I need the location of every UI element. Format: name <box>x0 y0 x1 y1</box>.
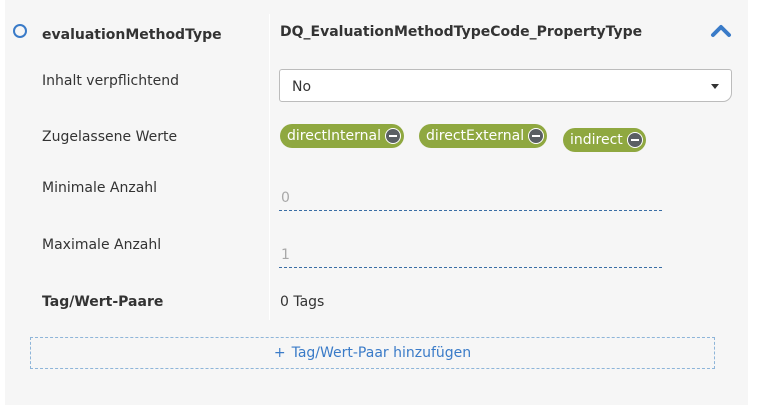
add-tag-value-pair-button[interactable]: + Tag/Wert-Paar hinzufügen <box>30 337 715 369</box>
tag-chip: indirect <box>563 128 646 152</box>
mandatory-label: Inhalt verpflichtend <box>42 73 179 89</box>
remove-circle-icon[interactable] <box>528 128 545 144</box>
min-count-value: 0 <box>281 190 290 206</box>
mandatory-select[interactable]: No <box>279 69 732 102</box>
max-count-label: Maximale Anzahl <box>42 237 162 253</box>
tag-chip-label: directExternal <box>426 128 525 144</box>
property-type: DQ_EvaluationMethodTypeCode_PropertyType <box>280 24 643 40</box>
chevron-up-icon[interactable] <box>710 22 732 40</box>
max-count-value: 1 <box>281 247 290 263</box>
property-name: evaluationMethodType <box>42 27 222 43</box>
tag-chip-label: indirect <box>570 132 623 148</box>
tag-chip-label: directInternal <box>287 128 381 144</box>
page: evaluationMethodType DQ_EvaluationMethod… <box>0 0 757 405</box>
tag-chip: directInternal <box>280 124 404 148</box>
tag-pairs-count: 0 Tags <box>280 294 325 310</box>
plus-icon: + <box>273 345 286 361</box>
mandatory-select-value: No <box>292 79 312 95</box>
remove-circle-icon[interactable] <box>384 128 401 144</box>
min-count-label: Minimale Anzahl <box>42 180 158 196</box>
add-tag-value-pair-label: Tag/Wert-Paar hinzufügen <box>291 345 472 361</box>
tag-chip: directExternal <box>419 124 548 148</box>
max-count-input[interactable]: 1 <box>279 243 662 268</box>
remove-circle-icon[interactable] <box>626 132 643 148</box>
min-count-input[interactable]: 0 <box>279 186 662 211</box>
caret-down-icon <box>711 84 719 89</box>
select-radio-icon[interactable] <box>13 24 27 38</box>
column-divider <box>269 14 270 320</box>
tag-pairs-label: Tag/Wert-Paare <box>42 294 164 310</box>
allowed-values-label: Zugelassene Werte <box>42 129 178 145</box>
